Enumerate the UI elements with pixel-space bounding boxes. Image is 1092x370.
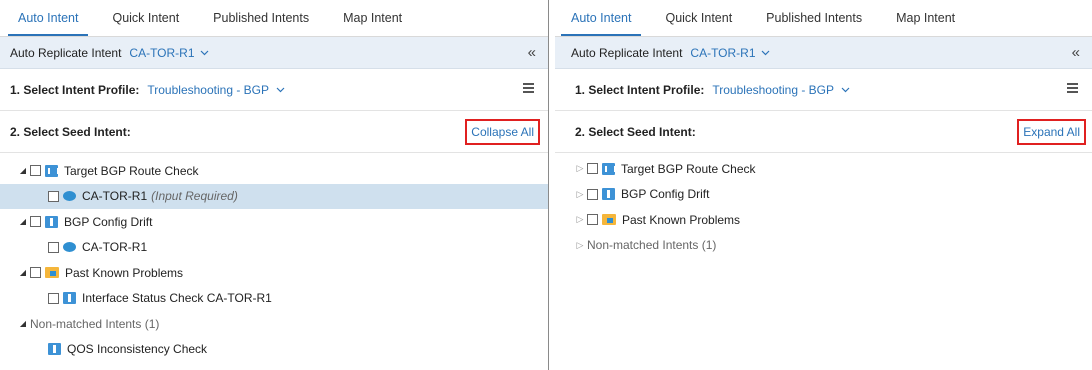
tab-auto-intent[interactable]: Auto Intent	[8, 0, 89, 36]
checkbox[interactable]	[48, 190, 59, 202]
auto-replicate-bar: Auto Replicate Intent CA-TOR-R1 «	[0, 37, 548, 69]
tree-label: BGP Config Drift	[621, 187, 710, 202]
tree-group[interactable]: ◢ Non-matched Intents (1)	[0, 311, 548, 337]
seed-intent-row: 2. Select Seed Intent: Collapse All	[0, 111, 548, 153]
intent-profile-label: 1. Select Intent Profile:	[575, 82, 705, 97]
intent-profile-row: 1. Select Intent Profile: Troubleshootin…	[555, 69, 1092, 111]
device-selector-value: CA-TOR-R1	[690, 45, 756, 60]
tree-label: Target BGP Route Check	[64, 163, 199, 178]
tree-label: CA-TOR-R1	[82, 189, 148, 204]
tree-group[interactable]: ▷ Non-matched Intents (1)	[555, 233, 1092, 259]
tree-label: Non-matched Intents (1)	[587, 238, 717, 253]
collapsed-arrow-icon[interactable]: ▷	[575, 163, 585, 174]
expanded-arrow-icon[interactable]: ◢	[18, 217, 28, 226]
tree-label: Past Known Problems	[622, 212, 741, 227]
checkbox[interactable]	[587, 188, 598, 200]
chevron-down-icon	[761, 50, 769, 55]
intent-replicate-icon	[602, 162, 616, 175]
tree-item[interactable]: CA-TOR-R1	[0, 235, 548, 261]
tab-published-intents[interactable]: Published Intents	[203, 0, 319, 36]
intent-icon	[602, 188, 615, 201]
chevron-down-icon	[200, 50, 208, 55]
tree-group[interactable]: ◢ BGP Config Drift	[0, 209, 548, 235]
right-panel: Auto Intent Quick Intent Published Inten…	[555, 0, 1092, 370]
chevron-down-icon	[276, 87, 285, 92]
tree-label: Target BGP Route Check	[621, 161, 756, 176]
collapsed-arrow-icon[interactable]: ▷	[575, 214, 585, 225]
device-selector[interactable]: CA-TOR-R1	[129, 46, 208, 60]
tree-label: Past Known Problems	[65, 265, 184, 280]
router-icon	[63, 242, 76, 253]
tree-group[interactable]: ◢ Target BGP Route Check	[0, 158, 548, 184]
tab-published-intents[interactable]: Published Intents	[756, 0, 872, 36]
folder-icon	[602, 214, 616, 226]
expanded-arrow-icon[interactable]: ◢	[18, 319, 28, 328]
checkbox[interactable]	[587, 214, 598, 226]
intent-icon	[63, 292, 76, 305]
tree-item[interactable]: CA-TOR-R1 (Input Required)	[0, 183, 548, 209]
tab-bar: Auto Intent Quick Intent Published Inten…	[555, 0, 1092, 37]
collapsed-arrow-icon[interactable]: ▷	[575, 189, 585, 200]
router-icon	[63, 191, 76, 202]
tab-map-intent[interactable]: Map Intent	[333, 0, 412, 36]
checkbox[interactable]	[30, 165, 41, 177]
auto-replicate-label: Auto Replicate Intent	[10, 45, 122, 60]
double-chevron-left-icon[interactable]: «	[528, 44, 536, 61]
seed-intent-tree: ▷ Target BGP Route Check ▷ BGP Config Dr…	[555, 153, 1092, 258]
checkbox[interactable]	[30, 267, 41, 279]
intent-profile-value: Troubleshooting - BGP	[712, 82, 834, 97]
intent-profile-label: 1. Select Intent Profile:	[10, 82, 140, 97]
panel-divider	[548, 0, 555, 370]
tab-map-intent[interactable]: Map Intent	[886, 0, 965, 36]
collapsed-arrow-icon[interactable]: ▷	[575, 240, 585, 251]
intent-profile-selector[interactable]: Troubleshooting - BGP	[147, 83, 285, 97]
folder-icon	[45, 267, 59, 279]
tree-label: Non-matched Intents (1)	[30, 316, 160, 331]
seed-intent-row: 2. Select Seed Intent: Expand All	[555, 111, 1092, 153]
intent-replicate-icon	[45, 164, 59, 177]
tree-label: BGP Config Drift	[64, 214, 153, 229]
input-required-hint: (Input Required)	[151, 189, 238, 204]
seed-intent-label: 2. Select Seed Intent:	[10, 124, 131, 139]
seed-intent-tree: ◢ Target BGP Route Check CA-TOR-R1 (Inpu…	[0, 153, 548, 362]
checkbox[interactable]	[587, 163, 598, 175]
intent-profile-row: 1. Select Intent Profile: Troubleshootin…	[0, 69, 548, 111]
tab-bar: Auto Intent Quick Intent Published Inten…	[0, 0, 548, 37]
intent-icon	[45, 215, 58, 228]
tree-group[interactable]: ▷ Past Known Problems	[555, 207, 1092, 233]
tab-auto-intent[interactable]: Auto Intent	[561, 0, 642, 36]
menu-icon[interactable]	[1067, 83, 1078, 93]
left-panel: Auto Intent Quick Intent Published Inten…	[0, 0, 548, 370]
auto-replicate-bar: Auto Replicate Intent CA-TOR-R1 «	[555, 37, 1092, 69]
tree-label: CA-TOR-R1	[82, 240, 148, 255]
tree-group[interactable]: ▷ BGP Config Drift	[555, 182, 1092, 208]
tree-group[interactable]: ▷ Target BGP Route Check	[555, 156, 1092, 182]
collapse-all-button[interactable]: Collapse All	[465, 119, 540, 145]
tree-group[interactable]: ◢ Past Known Problems	[0, 260, 548, 286]
seed-intent-label: 2. Select Seed Intent:	[575, 124, 696, 139]
device-selector[interactable]: CA-TOR-R1	[690, 46, 769, 60]
tree-label: QOS Inconsistency Check	[67, 342, 208, 357]
expanded-arrow-icon[interactable]: ◢	[18, 268, 28, 277]
checkbox[interactable]	[48, 292, 59, 304]
tree-label: Interface Status Check CA-TOR-R1	[82, 291, 272, 306]
auto-replicate-label: Auto Replicate Intent	[571, 45, 683, 60]
tab-quick-intent[interactable]: Quick Intent	[655, 0, 742, 36]
checkbox[interactable]	[30, 216, 41, 228]
expanded-arrow-icon[interactable]: ◢	[18, 166, 28, 175]
device-selector-value: CA-TOR-R1	[129, 45, 195, 60]
tab-quick-intent[interactable]: Quick Intent	[102, 0, 189, 36]
tree-item[interactable]: Interface Status Check CA-TOR-R1	[0, 286, 548, 312]
tree-item[interactable]: QOS Inconsistency Check	[0, 337, 548, 363]
chevron-down-icon	[841, 87, 850, 92]
menu-icon[interactable]	[523, 83, 534, 93]
checkbox[interactable]	[48, 241, 59, 253]
double-chevron-left-icon[interactable]: «	[1072, 44, 1080, 61]
intent-profile-value: Troubleshooting - BGP	[147, 82, 269, 97]
intent-icon	[48, 343, 61, 356]
intent-profile-selector[interactable]: Troubleshooting - BGP	[712, 83, 850, 97]
expand-all-button[interactable]: Expand All	[1017, 119, 1086, 145]
